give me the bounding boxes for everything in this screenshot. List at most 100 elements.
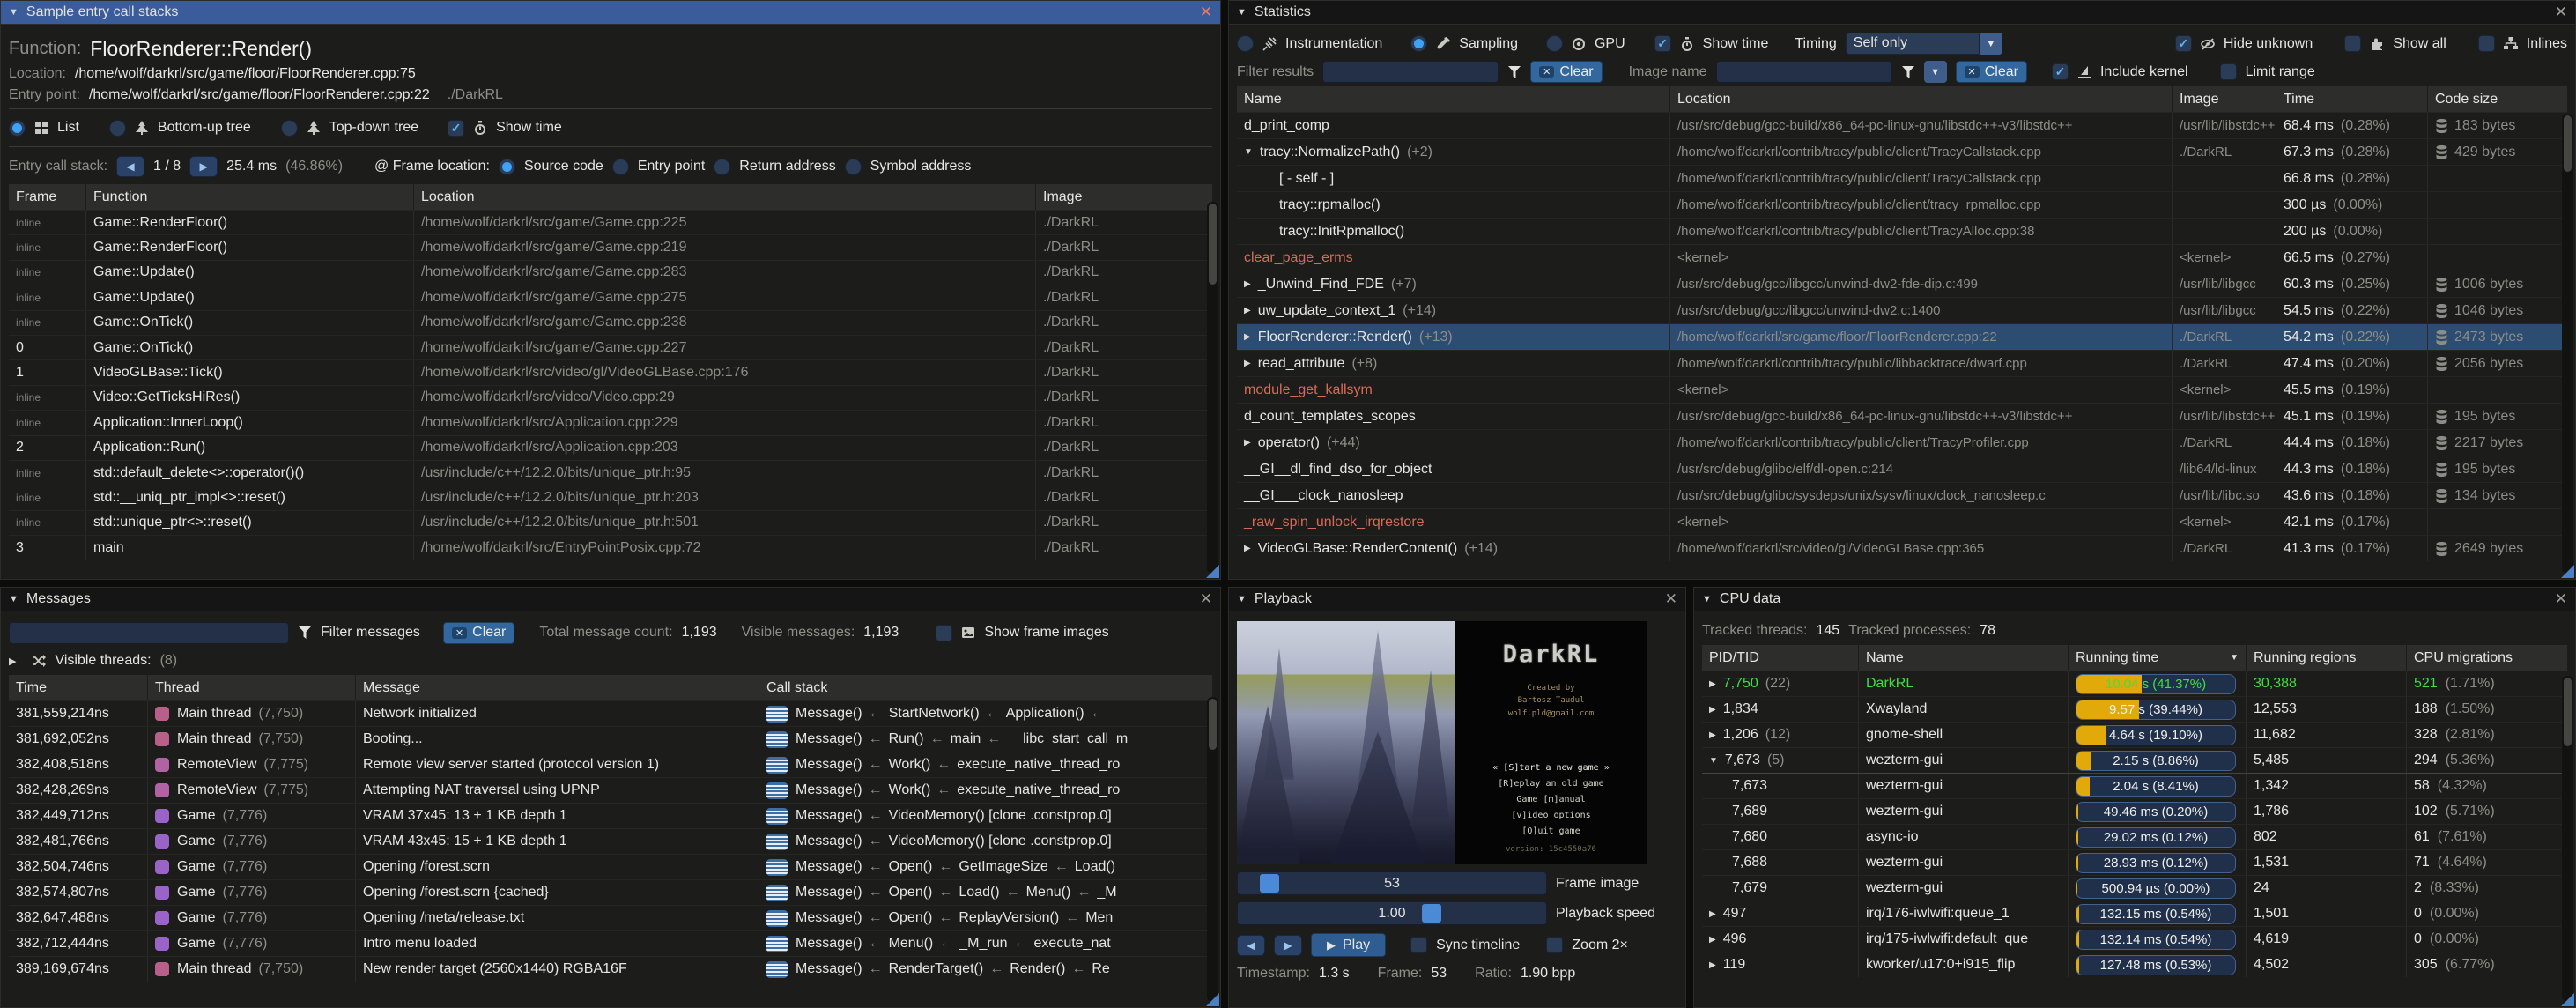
statistics-table-header[interactable]: Name Location Image Time Code size: [1237, 86, 2567, 112]
expand-icon[interactable]: ▼: [1709, 756, 1718, 766]
col-pid-tid[interactable]: PID/TID: [1702, 645, 1859, 671]
mode-instrumentation-radio[interactable]: [1237, 35, 1254, 52]
collapse-icon[interactable]: ▼: [1702, 594, 1712, 604]
table-row[interactable]: module_get_kallsym<kernel><kernel>45.5 m…: [1237, 376, 2567, 403]
table-row[interactable]: ▼tracy::NormalizePath()(+2)/home/wolf/da…: [1237, 138, 2567, 165]
zoom-2x-label[interactable]: Zoom 2×: [1572, 938, 1628, 953]
col-time[interactable]: Time: [2276, 86, 2428, 112]
playback-speed-slider[interactable]: 1.00: [1237, 901, 1547, 925]
close-icon[interactable]: ✕: [1665, 590, 1677, 608]
table-row[interactable]: 7,689wezterm-gui49.46 ms (0.20%)1,786102…: [1702, 798, 2567, 824]
expand-icon[interactable]: ▶: [1709, 730, 1716, 740]
table-row[interactable]: tracy::InitRpmalloc()/home/wolf/darkrl/c…: [1237, 218, 2567, 244]
call-stack-cell[interactable]: Message()←Open()←GetImageSize←Load(): [759, 855, 1212, 879]
expand-icon[interactable]: ▶: [9, 656, 16, 667]
expand-icon[interactable]: ▼: [1244, 147, 1253, 157]
collapse-icon[interactable]: ▼: [9, 594, 19, 604]
view-mode-list-label[interactable]: List: [57, 120, 79, 136]
table-row[interactable]: 382,481,766nsGame(7,776)VRAM 43x45: 15 +…: [9, 828, 1212, 854]
view-mode-list-radio[interactable]: [9, 120, 26, 137]
table-row[interactable]: tracy::rpmalloc()/home/wolf/darkrl/contr…: [1237, 191, 2567, 218]
table-row[interactable]: 382,408,518nsRemoteView(7,775)Remote vie…: [9, 752, 1212, 777]
collapse-icon[interactable]: ▼: [1237, 594, 1247, 604]
next-stack-button[interactable]: ▶: [189, 156, 218, 177]
resize-grip[interactable]: [1206, 993, 1219, 1006]
call-stack-icon[interactable]: [766, 936, 788, 952]
expand-icon[interactable]: ▶: [1244, 279, 1251, 289]
cpu-scrollbar[interactable]: [2562, 676, 2573, 1002]
table-row[interactable]: d_count_templates_scopes/usr/src/debug/g…: [1237, 403, 2567, 429]
messages-titlebar[interactable]: ▼ Messages ✕: [1, 588, 1220, 611]
expand-icon[interactable]: ▶: [1709, 679, 1716, 689]
frameloc-return-label[interactable]: Return address: [739, 159, 835, 174]
table-row[interactable]: ▶1,206(12)gnome-shell4.64 s (19.10%)11,6…: [1702, 722, 2567, 747]
table-row[interactable]: 2Application::Run()/home/wolf/darkrl/src…: [9, 435, 1212, 460]
frameloc-return-radio[interactable]: [714, 159, 730, 175]
close-icon[interactable]: ✕: [1200, 590, 1212, 608]
limit-range-checkbox[interactable]: [2220, 63, 2237, 80]
col-call-stack[interactable]: Call stack: [759, 675, 1212, 700]
table-row[interactable]: inlineApplication::InnerLoop()/home/wolf…: [9, 410, 1212, 434]
samples-table-header[interactable]: Frame Function Location Image: [9, 184, 1212, 210]
include-kernel-checkbox[interactable]: ✓: [2052, 63, 2069, 80]
prev-stack-button[interactable]: ◀: [116, 156, 144, 177]
frameloc-symbol-radio[interactable]: [845, 159, 862, 175]
timing-value[interactable]: Self only: [1846, 33, 1980, 55]
col-image[interactable]: Image: [2173, 86, 2276, 112]
sync-timeline-label[interactable]: Sync timeline: [1436, 938, 1520, 953]
frame-image-slider[interactable]: 53: [1237, 871, 1547, 895]
table-row[interactable]: ▶uw_update_context_1(+14)/usr/src/debug/…: [1237, 297, 2567, 323]
expand-icon[interactable]: ▶: [1244, 359, 1251, 368]
frameloc-source-radio[interactable]: [499, 159, 515, 175]
scrollbar-thumb[interactable]: [2564, 115, 2572, 172]
table-row[interactable]: inlineGame::Update()/home/wolf/darkrl/sr…: [9, 260, 1212, 285]
table-row[interactable]: ▶7,750(22)DarkRL10.04 s (41.37%)30,38852…: [1702, 671, 2567, 696]
scrollbar-thumb[interactable]: [2564, 678, 2572, 746]
call-stack-icon[interactable]: [766, 782, 788, 799]
funnel-icon[interactable]: [1901, 65, 1915, 79]
col-time[interactable]: Time: [9, 675, 148, 700]
col-message[interactable]: Message: [356, 675, 759, 700]
call-stack-cell[interactable]: Message()←Open()←ReplayVersion()←Men: [759, 906, 1212, 930]
expand-icon[interactable]: ▶: [1244, 332, 1251, 342]
table-row[interactable]: 382,504,746nsGame(7,776)Opening /forest.…: [9, 854, 1212, 879]
image-name-input[interactable]: [1716, 61, 1892, 83]
filter-results-input[interactable]: [1322, 61, 1499, 83]
show-time-label[interactable]: Show time: [1703, 36, 1769, 52]
view-mode-bottomup-radio[interactable]: [109, 120, 126, 137]
call-stack-icon[interactable]: [766, 834, 788, 850]
statistics-scrollbar[interactable]: [2562, 114, 2573, 574]
clear-image-button[interactable]: ✕Clear: [1956, 61, 2027, 83]
frameloc-source-label[interactable]: Source code: [524, 159, 603, 174]
table-row[interactable]: inlineGame::OnTick()/home/wolf/darkrl/sr…: [9, 310, 1212, 335]
call-stack-icon[interactable]: [766, 808, 788, 825]
col-location[interactable]: Location: [414, 184, 1036, 210]
show-all-label[interactable]: Show all: [2393, 36, 2446, 52]
col-function[interactable]: Function: [86, 184, 414, 210]
table-row[interactable]: inlineVideo::GetTicksHiRes()/home/wolf/d…: [9, 385, 1212, 410]
call-stack-cell[interactable]: Message()←Work()←execute_native_thread_r…: [759, 752, 1212, 777]
show-frame-images-checkbox[interactable]: [936, 625, 952, 641]
expand-icon[interactable]: ▶: [1244, 544, 1251, 553]
table-row[interactable]: 7,673wezterm-gui2.04 s (8.41%)1,34258(4.…: [1702, 773, 2567, 798]
table-row[interactable]: clear_page_erms<kernel><kernel>66.5 ms(0…: [1237, 244, 2567, 271]
call-stack-icon[interactable]: [766, 757, 788, 774]
sort-desc-icon[interactable]: ▼: [2230, 653, 2239, 663]
collapse-icon[interactable]: ▼: [1237, 7, 1247, 18]
zoom-2x-checkbox[interactable]: [1546, 937, 1563, 953]
expand-icon[interactable]: ▶: [1244, 306, 1251, 315]
table-row[interactable]: 382,647,488nsGame(7,776)Opening /meta/re…: [9, 905, 1212, 930]
table-row[interactable]: 382,712,444nsGame(7,776)Intro menu loade…: [9, 930, 1212, 956]
table-row[interactable]: 7,679wezterm-gui500.94 µs (0.00%)242(8.3…: [1702, 875, 2567, 901]
sync-timeline-checkbox[interactable]: [1410, 937, 1427, 953]
frameloc-entry-label[interactable]: Entry point: [638, 159, 705, 174]
table-row[interactable]: 7,680async-io29.02 ms (0.12%)80261(7.61%…: [1702, 824, 2567, 849]
show-frame-images-label[interactable]: Show frame images: [984, 625, 1108, 641]
messages-scrollbar[interactable]: [1207, 697, 1218, 1002]
samples-scrollbar[interactable]: [1207, 202, 1218, 574]
timing-dropdown[interactable]: Self only ▼: [1846, 33, 2002, 55]
col-frame[interactable]: Frame: [9, 184, 86, 210]
filter-messages-label[interactable]: Filter messages: [321, 625, 420, 641]
col-name[interactable]: Name: [1237, 86, 1670, 112]
view-mode-topdown-label[interactable]: Top-down tree: [329, 120, 418, 136]
